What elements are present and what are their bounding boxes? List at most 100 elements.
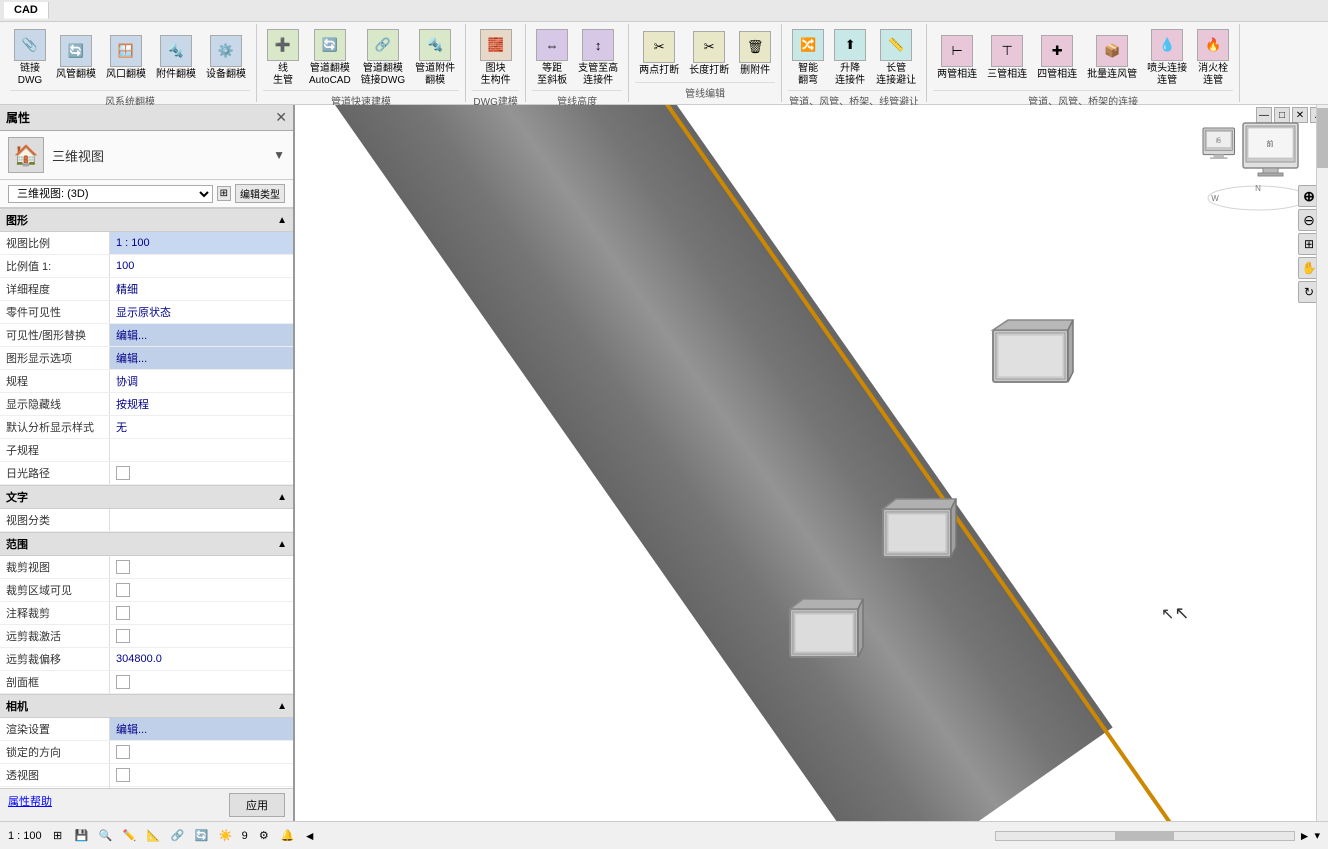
props-value-far-clip[interactable] xyxy=(110,625,293,647)
statusbar-chain-icon[interactable]: 🔗 xyxy=(170,828,186,844)
statusbar-refresh-icon[interactable]: 🔄 xyxy=(194,828,210,844)
props-value-detail[interactable]: 精细 xyxy=(110,278,293,300)
props-section-text[interactable]: 文字 ▲ xyxy=(0,485,293,509)
smart-avoid-btn[interactable]: 🔀 智能翻弯 xyxy=(788,26,828,90)
props-edit-type-icon: ⊞ xyxy=(217,186,231,201)
props-value-clip-region[interactable] xyxy=(110,579,293,601)
props-value-render-settings[interactable]: 编辑... xyxy=(110,718,293,740)
block-struct-icon: 🧱 xyxy=(480,29,512,61)
statusbar-right-arrow[interactable]: ► xyxy=(1299,829,1311,843)
pipe-attach-icon: 🔩 xyxy=(419,29,451,61)
props-value-scale-val[interactable]: 100 xyxy=(110,255,293,277)
spray-connect-btn[interactable]: 💧 喷头连接连管 xyxy=(1143,26,1191,90)
len-break-btn[interactable]: ✂ 长度打断 xyxy=(685,28,733,80)
del-attach-btn[interactable]: 🗑 删附件 xyxy=(735,28,775,80)
props-row-annotation-clip: 注释裁剪 xyxy=(0,602,293,625)
pipe-gen-btn[interactable]: ➕ 线生管 xyxy=(263,26,303,90)
block-struct-btn[interactable]: 🧱 图块生构件 xyxy=(476,26,516,90)
perspective-checkbox[interactable] xyxy=(116,768,130,782)
canvas-area[interactable]: — □ ✕ ▲ xyxy=(295,105,1328,821)
statusbar-more[interactable]: ▾ xyxy=(1314,829,1320,842)
statusbar-ruler-icon[interactable]: 📐 xyxy=(146,828,162,844)
long-pipe-btn[interactable]: 📏 长管连接避让 xyxy=(872,26,920,90)
props-view-select[interactable]: 三维视图: (3D) xyxy=(8,185,213,203)
ribbon: CAD 📎 链接DWG 🔄 风管翻模 🪟 风口翻模 🔩 附 xyxy=(0,0,1328,105)
props-value-scale[interactable]: 1 : 100 xyxy=(110,232,293,254)
equip-box-3 xyxy=(785,595,865,663)
clip-view-checkbox[interactable] xyxy=(116,560,130,574)
ribbon-group-btns-avoid: 🔀 智能翻弯 ⬆ 升降连接件 📏 长管连接避让 xyxy=(788,26,920,90)
pipe-flip-dwg-btn[interactable]: 🔗 管道翻模链接DWG xyxy=(357,26,409,90)
sunpath-checkbox[interactable] xyxy=(116,466,130,480)
duct-flip-btn[interactable]: 🔄 风管翻模 xyxy=(52,32,100,84)
props-apply-btn[interactable]: 应用 xyxy=(229,793,285,817)
lift-connector-btn[interactable]: ⬆ 升降连接件 xyxy=(830,26,870,90)
section-box-checkbox[interactable] xyxy=(116,675,130,689)
pipe-attach-btn[interactable]: 🔩 管道附件翻模 xyxy=(411,26,459,90)
pipe-flip-auto-btn[interactable]: 🔄 管道翻模AutoCAD xyxy=(305,26,355,90)
cad-link-btn[interactable]: 📎 链接DWG xyxy=(10,26,50,90)
statusbar-horizontal-scrollbar[interactable] xyxy=(995,831,1295,841)
props-value-vis-replace[interactable]: 编辑... xyxy=(110,324,293,346)
props-section-range[interactable]: 范围 ▲ xyxy=(0,532,293,556)
statusbar-sun-icon[interactable]: ☀️ xyxy=(218,828,234,844)
fire-connect-btn[interactable]: 🔥 消火栓连管 xyxy=(1193,26,1233,90)
two-pt-break-btn[interactable]: ✂ 两点打断 xyxy=(635,28,683,80)
props-value-part-vis[interactable]: 显示原状态 xyxy=(110,301,293,323)
ribbon-group-label-pipe-edit: 管线编辑 xyxy=(635,82,775,100)
four-pipe-connect-btn[interactable]: ✚ 四管相连 xyxy=(1033,32,1081,84)
ribbon-group-btns-pipe-height: ⇔ 等距至斜板 ↕ 支管至高连接件 xyxy=(532,26,622,90)
props-edit-type-btn[interactable]: 编辑类型 xyxy=(235,184,285,203)
canvas-vscroll-thumb[interactable] xyxy=(1317,108,1328,168)
two-pipe-connect-btn[interactable]: ⊢ 两管相连 xyxy=(933,32,981,84)
props-value-hidden-lines[interactable]: 按规程 xyxy=(110,393,293,415)
equip-item-1[interactable] xyxy=(988,315,1078,393)
props-view-name: 三维视图 xyxy=(52,146,273,165)
props-value-discipline[interactable]: 协调 xyxy=(110,370,293,392)
lock-dir-checkbox[interactable] xyxy=(116,745,130,759)
statusbar-magnify-icon[interactable]: 🔍 xyxy=(98,828,114,844)
batch-duct-icon: 📦 xyxy=(1096,35,1128,67)
equip-flip-btn[interactable]: ⚙️ 设备翻模 xyxy=(202,32,250,84)
props-value-annotation-clip[interactable] xyxy=(110,602,293,624)
clip-region-checkbox[interactable] xyxy=(116,583,130,597)
props-value-section-box[interactable] xyxy=(110,671,293,693)
props-section-camera[interactable]: 相机 ▲ xyxy=(0,694,293,718)
support-height-btn[interactable]: ↕ 支管至高连接件 xyxy=(574,26,622,90)
props-label-scale-val: 比例值 1: xyxy=(0,255,110,277)
batch-duct-btn[interactable]: 📦 批量连风管 xyxy=(1083,32,1141,84)
three-pipe-connect-btn[interactable]: ⊤ 三管相连 xyxy=(983,32,1031,84)
props-row-far-clip: 远剪裁激活 xyxy=(0,625,293,648)
statusbar-grid-icon[interactable]: ⊞ xyxy=(50,828,66,844)
canvas-vertical-scrollbar[interactable] xyxy=(1316,105,1328,821)
equip-item-3[interactable] xyxy=(785,595,865,666)
statusbar-save-icon[interactable]: 💾 xyxy=(74,828,90,844)
props-value-lock-dir[interactable] xyxy=(110,741,293,763)
attach-flip-btn[interactable]: 🔩 附件翻模 xyxy=(152,32,200,84)
props-row-clip-view: 裁剪视图 xyxy=(0,556,293,579)
props-value-view-category[interactable] xyxy=(110,509,293,531)
pipe-gen-icon: ➕ xyxy=(267,29,299,61)
statusbar-pen-icon[interactable]: ✏️ xyxy=(122,828,138,844)
statusbar-settings-icon[interactable]: ⚙ xyxy=(256,828,272,844)
props-value-graphic-display[interactable]: 编辑... xyxy=(110,347,293,369)
properties-panel: 属性 ✕ 🏠 三维视图 ▼ 三维视图: (3D) ⊞ 编辑类型 图形 ▲ 视图比 xyxy=(0,105,295,821)
props-value-perspective[interactable] xyxy=(110,764,293,786)
props-value-clip-view[interactable] xyxy=(110,556,293,578)
equal-dist-btn[interactable]: ⇔ 等距至斜板 xyxy=(532,26,572,90)
props-help-link[interactable]: 属性帮助 xyxy=(8,793,52,817)
statusbar-extra-icon[interactable]: 🔔 xyxy=(280,828,296,844)
props-section-graphics[interactable]: 图形 ▲ xyxy=(0,208,293,232)
far-clip-checkbox[interactable] xyxy=(116,629,130,643)
props-close-btn[interactable]: ✕ xyxy=(275,109,287,126)
equip-item-2[interactable] xyxy=(878,495,958,566)
props-row-lock-dir: 锁定的方向 xyxy=(0,741,293,764)
ribbon-tab-cad[interactable]: CAD xyxy=(4,2,49,19)
props-view-arrow[interactable]: ▼ xyxy=(273,148,285,162)
props-value-far-clip-offset[interactable]: 304800.0 xyxy=(110,648,293,670)
props-value-subdiscipline[interactable] xyxy=(110,439,293,461)
window-flip-btn[interactable]: 🪟 风口翻模 xyxy=(102,32,150,84)
props-value-analysis-style[interactable]: 无 xyxy=(110,416,293,438)
annotation-clip-checkbox[interactable] xyxy=(116,606,130,620)
props-value-sunpath[interactable] xyxy=(110,462,293,484)
